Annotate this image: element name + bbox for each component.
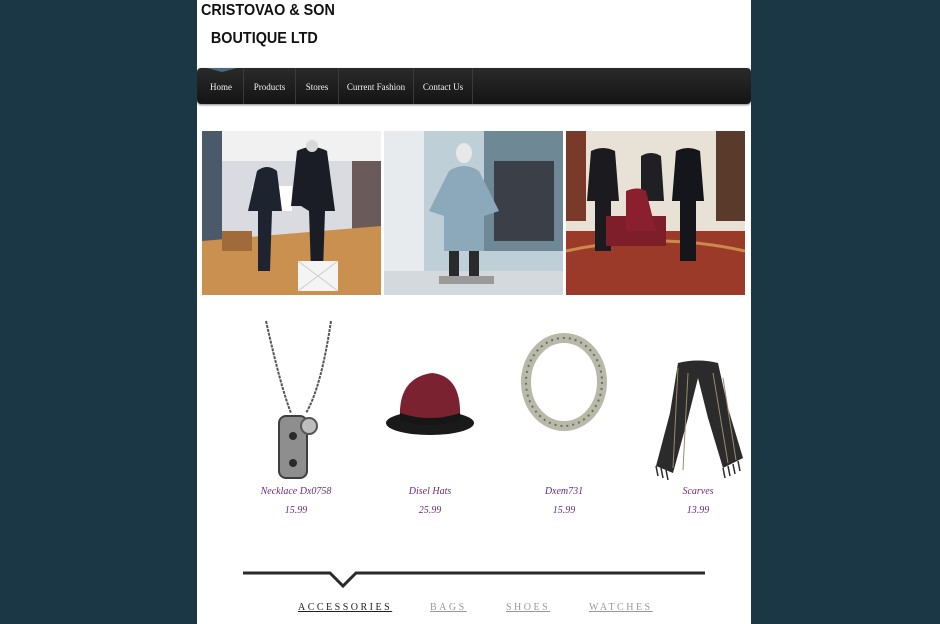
product-name[interactable]: Disel Hats <box>370 486 490 497</box>
product-card[interactable]: Necklace Dx0758 15.99 <box>236 318 356 516</box>
nav-item-home[interactable]: Home <box>199 68 244 104</box>
section-divider <box>243 571 705 589</box>
page: CRISTOVAO & SON BOUTIQUE LTD Home Produc… <box>197 0 751 624</box>
nav-item-current-fashion[interactable]: Current Fashion <box>339 68 414 104</box>
product-price: 15.99 <box>552 505 576 516</box>
nav-item-contact-us[interactable]: Contact Us <box>414 68 473 104</box>
store-gallery <box>202 131 746 295</box>
tab-accessories[interactable]: ACCESSORIES <box>298 602 392 613</box>
product-image-hat[interactable] <box>370 318 490 483</box>
brand-logo[interactable]: CRISTOVAO & SON BOUTIQUE LTD <box>201 2 335 48</box>
store-photo-3 <box>566 131 745 295</box>
product-name[interactable]: Scarves <box>638 486 751 497</box>
store-photo-2 <box>384 131 563 295</box>
product-name[interactable]: Dxem731 <box>504 486 624 497</box>
product-card[interactable]: Dxem731 15.99 <box>504 318 624 516</box>
store-photo-1 <box>202 131 381 295</box>
product-image-collar-necklace[interactable] <box>504 318 624 483</box>
product-name[interactable]: Necklace Dx0758 <box>236 486 356 497</box>
nav-item-stores[interactable]: Stores <box>296 68 339 104</box>
brand-line-1: CRISTOVAO & SON <box>201 2 335 19</box>
product-card[interactable]: Disel Hats 25.99 <box>370 318 490 516</box>
product-price: 13.99 <box>686 505 710 516</box>
nav-item-products[interactable]: Products <box>244 68 296 104</box>
main-navbar: Home Products Stores Current Fashion Con… <box>197 68 751 104</box>
tab-watches[interactable]: WATCHES <box>589 602 653 613</box>
product-image-scarf[interactable] <box>638 318 751 483</box>
brand-line-2: BOUTIQUE LTD <box>210 30 318 47</box>
product-price: 15.99 <box>284 505 308 516</box>
product-price: 25.99 <box>418 505 442 516</box>
tab-shoes[interactable]: SHOES <box>506 602 550 613</box>
product-image-necklace[interactable] <box>236 318 356 483</box>
category-tabs: ACCESSORIES BAGS SHOES WATCHES <box>197 602 751 618</box>
product-card[interactable]: Scarves 13.99 <box>638 318 751 516</box>
tab-bags[interactable]: BAGS <box>430 602 467 613</box>
